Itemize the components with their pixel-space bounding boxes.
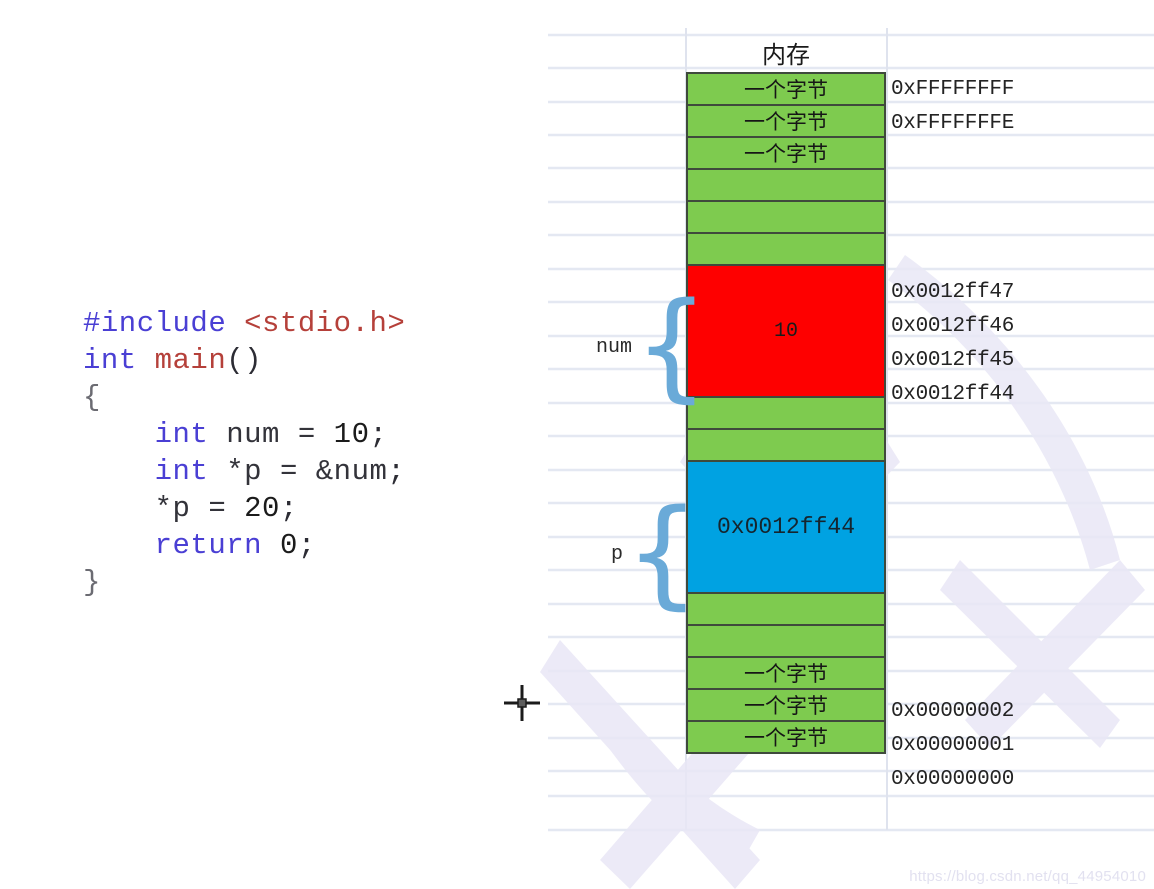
code-token: 20	[244, 492, 280, 525]
code-token: =	[279, 455, 316, 488]
memory-cell-byte-top-4[interactable]	[686, 168, 886, 202]
code-token: {	[83, 381, 101, 414]
code-token: ;	[387, 455, 406, 488]
memory-cell-label: 一个字节	[744, 111, 828, 134]
memory-cell-byte-mid-1[interactable]	[686, 396, 886, 430]
address-label-0xFFFFFFFF: 0xFFFFFFFF	[891, 78, 1015, 101]
memory-block-num-value: 10	[773, 319, 798, 343]
memory-cell-byte-low-1[interactable]	[686, 592, 886, 626]
code-token: ;	[297, 529, 316, 562]
code-token: ()	[226, 344, 263, 377]
code-token: 10	[333, 418, 370, 451]
memory-cell-byte-top-3[interactable]: 一个字节	[686, 136, 886, 170]
code-token: &num	[315, 455, 388, 488]
memory-cell-label: 一个字节	[744, 143, 828, 166]
memory-cell-byte-bot-1[interactable]: 一个字节	[686, 656, 886, 690]
code-token: 0	[279, 529, 298, 562]
memory-block-num[interactable]: 10	[686, 264, 886, 398]
code-line-6: *p = 20;	[83, 490, 405, 527]
code-line-4: int num = 10;	[83, 416, 405, 453]
brace-group-num: num {	[596, 276, 710, 414]
memory-cell-label: 一个字节	[744, 695, 828, 718]
code-token: return	[83, 529, 280, 562]
code-token: int	[83, 418, 227, 451]
code-token: int	[83, 344, 155, 377]
address-label-0x0012ff44: 0x0012ff44	[891, 383, 1015, 406]
watermark-url-text: https://blog.csdn.net/qq_44954010	[909, 868, 1146, 885]
code-token: num	[226, 418, 298, 451]
code-token: *p	[226, 455, 280, 488]
address-label-0x00000002: 0x00000002	[891, 700, 1015, 723]
memory-cell-byte-top-5[interactable]	[686, 200, 886, 234]
code-token: *p	[83, 492, 209, 525]
code-token: #include	[83, 307, 245, 340]
memory-header-label: 内存	[762, 41, 810, 69]
code-token: =	[297, 418, 334, 451]
source-code-block: #include <stdio.h> int main(){ int num = …	[83, 305, 405, 601]
memory-block-p-value: 0x0012ff44	[716, 514, 856, 540]
code-token: =	[208, 492, 245, 525]
brace-group-p: p {	[611, 483, 701, 621]
crosshair-marker	[504, 685, 540, 721]
memory-cell-byte-bot-2[interactable]: 一个字节	[686, 688, 886, 722]
brace-label-num: num	[596, 335, 633, 359]
code-line-3: {	[83, 379, 405, 416]
memory-cell-byte-top-2[interactable]: 一个字节	[686, 104, 886, 138]
code-line-1: #include <stdio.h>	[83, 305, 405, 342]
memory-cell-label: 一个字节	[744, 663, 828, 686]
code-token: main	[154, 344, 227, 377]
code-line-8: }	[83, 564, 405, 601]
address-label-0x0012ff47: 0x0012ff47	[891, 281, 1015, 304]
code-token: ;	[279, 492, 298, 525]
memory-column: 一个字节 一个字节 一个字节 10 0x0012ff44 一个字节 一个字节 一…	[686, 72, 886, 754]
memory-cell-byte-low-2[interactable]	[686, 624, 886, 658]
code-line-5: int *p = &num;	[83, 453, 405, 490]
code-line-7: return 0;	[83, 527, 405, 564]
memory-cell-byte-bot-3[interactable]: 一个字节	[686, 720, 886, 754]
code-token: int	[83, 455, 227, 488]
code-token: <stdio.h>	[244, 307, 406, 340]
code-token: ;	[369, 418, 388, 451]
address-label-0x0012ff45: 0x0012ff45	[891, 349, 1015, 372]
address-label-0xFFFFFFFE: 0xFFFFFFFE	[891, 112, 1015, 135]
memory-cell-byte-top-6[interactable]	[686, 232, 886, 266]
memory-cell-label: 一个字节	[744, 727, 828, 750]
address-label-0x00000001: 0x00000001	[891, 734, 1015, 757]
memory-cell-label: 一个字节	[744, 79, 828, 102]
memory-block-p[interactable]: 0x0012ff44	[686, 460, 886, 594]
brace-label-p: p	[611, 542, 624, 566]
address-label-0x0012ff46: 0x0012ff46	[891, 315, 1015, 338]
code-line-2: int main()	[83, 342, 405, 379]
memory-cell-byte-top-1[interactable]: 一个字节	[686, 72, 886, 106]
diagram-canvas: #include <stdio.h> int main(){ int num = …	[0, 0, 1154, 889]
memory-cell-byte-mid-2[interactable]	[686, 428, 886, 462]
code-token: }	[83, 566, 101, 599]
address-label-0x00000000: 0x00000000	[891, 768, 1015, 791]
